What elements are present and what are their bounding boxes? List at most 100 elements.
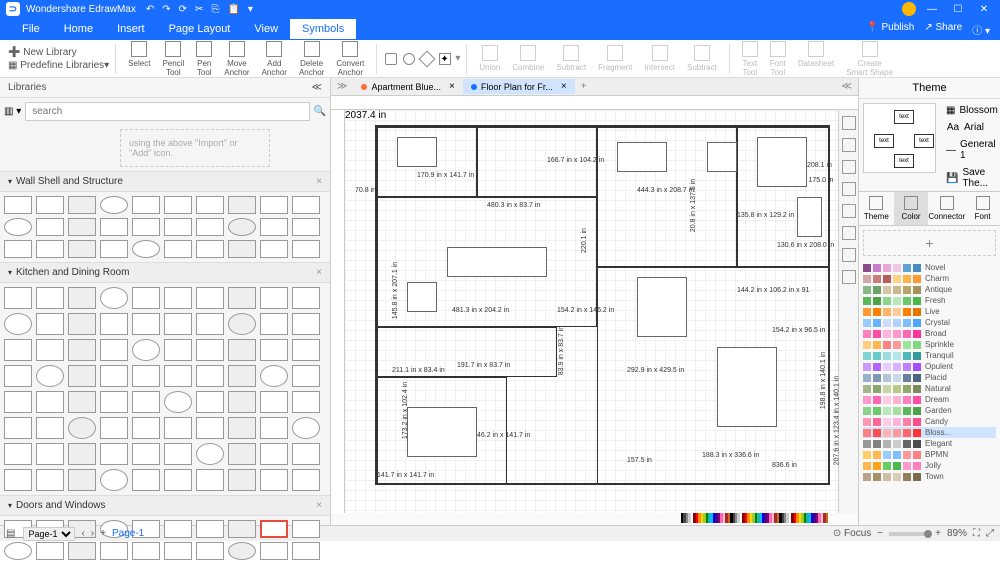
- zoom-in-icon[interactable]: +: [935, 528, 941, 539]
- library-shape[interactable]: [292, 240, 320, 258]
- redo-icon[interactable]: ↷: [162, 4, 170, 15]
- color-theme-row[interactable]: Garden: [863, 405, 996, 416]
- library-shape[interactable]: [68, 542, 96, 560]
- menu-insert[interactable]: Insert: [105, 19, 157, 39]
- section-header[interactable]: Kitchen and Dining Room×: [0, 262, 330, 283]
- color-theme-row[interactable]: Bloss...: [863, 427, 996, 438]
- library-shape[interactable]: [164, 443, 192, 465]
- library-shape[interactable]: [228, 520, 256, 538]
- menu-file[interactable]: File: [10, 19, 52, 39]
- library-shape[interactable]: [164, 391, 192, 413]
- library-shape[interactable]: [132, 365, 160, 387]
- theme-option[interactable]: ▦Blossom: [944, 103, 996, 118]
- library-shape[interactable]: [68, 391, 96, 413]
- library-shape[interactable]: [68, 417, 96, 439]
- library-shape[interactable]: [260, 520, 288, 538]
- predefine-libraries-button[interactable]: ▦ Predefine Libraries▾: [8, 60, 109, 71]
- tool-icon[interactable]: [842, 138, 856, 152]
- tab-close-icon[interactable]: ×: [561, 81, 567, 92]
- library-shape[interactable]: [260, 542, 288, 560]
- library-shape[interactable]: [4, 469, 32, 491]
- library-shape[interactable]: [100, 365, 128, 387]
- section-close-icon[interactable]: ×: [316, 176, 322, 187]
- document-tab[interactable]: Floor Plan for Fr... ×: [463, 79, 575, 94]
- library-shape[interactable]: [228, 469, 256, 491]
- pages-menu-icon[interactable]: ▤: [6, 528, 15, 539]
- minimize-icon[interactable]: —: [922, 4, 942, 15]
- publish-button[interactable]: 📍 Publish: [866, 22, 914, 37]
- library-shape[interactable]: [68, 196, 96, 214]
- library-shape[interactable]: [164, 313, 192, 335]
- intersect-button[interactable]: Intersect: [638, 43, 681, 74]
- color-theme-row[interactable]: Dream: [863, 394, 996, 405]
- color-theme-row[interactable]: Charm: [863, 273, 996, 284]
- library-shape[interactable]: [228, 417, 256, 439]
- menu-page-layout[interactable]: Page Layout: [157, 19, 243, 39]
- library-shape[interactable]: [36, 443, 64, 465]
- text-tool-button[interactable]: TextTool: [736, 39, 764, 79]
- theme-option[interactable]: AaArial: [944, 120, 996, 135]
- fullscreen-icon[interactable]: ⤢: [986, 528, 994, 539]
- tool-icon[interactable]: [842, 226, 856, 240]
- library-shape[interactable]: [164, 240, 192, 258]
- library-shape[interactable]: [4, 443, 32, 465]
- library-shape[interactable]: [36, 218, 64, 236]
- library-shape[interactable]: [196, 287, 224, 309]
- library-shape[interactable]: [228, 339, 256, 361]
- library-shape[interactable]: [132, 469, 160, 491]
- library-shape[interactable]: [196, 443, 224, 465]
- theme-option[interactable]: 💾Save The...: [944, 165, 996, 191]
- library-shape[interactable]: [100, 391, 128, 413]
- font-tool-button[interactable]: FontTool: [764, 39, 792, 79]
- delete-anchor-button[interactable]: DeleteAnchor: [293, 39, 330, 79]
- library-shape[interactable]: [4, 240, 32, 258]
- library-shape[interactable]: [292, 365, 320, 387]
- color-theme-row[interactable]: Novel: [863, 262, 996, 273]
- library-shape[interactable]: [68, 469, 96, 491]
- library-shape[interactable]: [228, 196, 256, 214]
- library-shape[interactable]: [260, 417, 288, 439]
- help-icon[interactable]: ⓘ ▾: [972, 22, 990, 37]
- close-icon[interactable]: ✕: [974, 4, 994, 15]
- library-shape[interactable]: [36, 542, 64, 560]
- rect-shape-icon[interactable]: [385, 53, 397, 65]
- zoom-out-icon[interactable]: −: [877, 528, 883, 539]
- theme-tab-connector[interactable]: Connector: [928, 192, 965, 225]
- tool-icon[interactable]: [842, 116, 856, 130]
- color-theme-row[interactable]: Town: [863, 471, 996, 482]
- section-close-icon[interactable]: ×: [316, 267, 322, 278]
- library-shape[interactable]: [4, 391, 32, 413]
- theme-tab-color[interactable]: Color: [894, 192, 929, 225]
- menu-view[interactable]: View: [242, 19, 290, 39]
- color-theme-row[interactable]: Broad: [863, 328, 996, 339]
- color-theme-row[interactable]: Placid: [863, 372, 996, 383]
- color-theme-row[interactable]: Live: [863, 306, 996, 317]
- move-anchor-button[interactable]: MoveAnchor: [218, 39, 255, 79]
- color-theme-row[interactable]: BPMN: [863, 449, 996, 460]
- refresh-icon[interactable]: ⟳: [179, 4, 187, 15]
- library-shape[interactable]: [4, 196, 32, 214]
- subtract-button[interactable]: Subtract: [550, 43, 592, 74]
- library-shape[interactable]: [196, 240, 224, 258]
- color-swatch[interactable]: [826, 513, 828, 523]
- library-shape[interactable]: [100, 218, 128, 236]
- select-button[interactable]: Select: [122, 39, 156, 79]
- library-shape[interactable]: [260, 240, 288, 258]
- library-shape[interactable]: [68, 365, 96, 387]
- library-shape[interactable]: [100, 339, 128, 361]
- library-shape[interactable]: [68, 313, 96, 335]
- library-shape[interactable]: [4, 287, 32, 309]
- library-shape[interactable]: [292, 287, 320, 309]
- color-theme-row[interactable]: Jolly: [863, 460, 996, 471]
- library-shape[interactable]: [164, 542, 192, 560]
- color-theme-row[interactable]: Opulent: [863, 361, 996, 372]
- page-tab[interactable]: Page-1: [112, 528, 144, 539]
- library-shape[interactable]: [132, 287, 160, 309]
- library-shape[interactable]: [68, 443, 96, 465]
- undo-icon[interactable]: ↶: [146, 4, 154, 15]
- page-select[interactable]: Page-1: [23, 527, 75, 541]
- library-shape[interactable]: [4, 417, 32, 439]
- library-shape[interactable]: [260, 218, 288, 236]
- color-theme-row[interactable]: Tranquil: [863, 350, 996, 361]
- library-shape[interactable]: [260, 313, 288, 335]
